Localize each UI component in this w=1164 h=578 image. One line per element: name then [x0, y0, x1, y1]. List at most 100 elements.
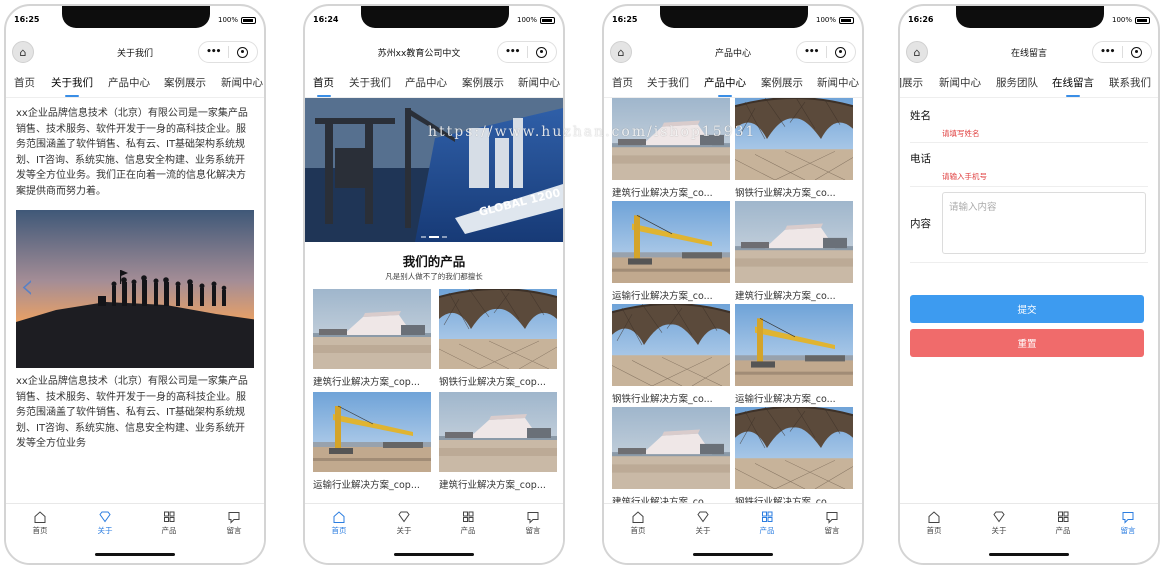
status-time: 16:26: [908, 15, 934, 24]
tab-home[interactable]: 首页: [313, 75, 334, 97]
tab-products[interactable]: 产品中心: [405, 75, 447, 90]
tab-about[interactable]: 关于我们: [51, 75, 93, 97]
home-icon[interactable]: ⌂: [906, 41, 928, 63]
tab-cases[interactable]: 案例展示: [761, 75, 803, 90]
content-textarea[interactable]: 请输入内容: [942, 192, 1146, 254]
bottom-tab-products[interactable]: 产品: [448, 510, 488, 536]
tab-about[interactable]: 关于我们: [647, 75, 689, 90]
product-image: [735, 407, 853, 489]
product-caption: 钢铁行业解决方案_co...: [612, 394, 713, 405]
about-text-bottom: xx企业品牌信息技术（北京）有限公司是一家集产品销售、技术服务、软件开发于一身的…: [16, 376, 248, 449]
tab-cases[interactable]: ]展示: [900, 75, 923, 90]
product-card[interactable]: 建筑行业解决方案_co...: [735, 201, 853, 302]
bottom-tab-home[interactable]: 首页: [914, 510, 954, 536]
bottom-tab-home[interactable]: 首页: [319, 510, 359, 536]
tab-about[interactable]: 关于我们: [349, 75, 391, 90]
battery-icon: [540, 16, 555, 24]
grid-icon: [762, 511, 773, 522]
product-card[interactable]: 运输行业解决方案_cop...: [313, 392, 431, 491]
product-caption: 建筑行业解决方案_cop...: [439, 480, 546, 491]
battery-icon: [1135, 16, 1150, 24]
tab-news[interactable]: 新闻中心: [817, 75, 859, 90]
bottom-tab-message[interactable]: 留言: [812, 510, 852, 536]
battery-status: 100%: [1112, 16, 1150, 24]
tab-news[interactable]: 新闻中心: [518, 75, 560, 90]
diamond-icon: [99, 511, 111, 523]
product-caption: 运输行业解决方案_co...: [612, 291, 713, 302]
bottom-tab-home[interactable]: 首页: [20, 510, 60, 536]
reset-button[interactable]: 重置: [910, 329, 1144, 357]
product-card[interactable]: 建筑行业解决方案_cop...: [439, 392, 557, 491]
bottom-tab-about[interactable]: 关于: [979, 510, 1019, 536]
bottom-tabbar: 首页 关于 产品 留言: [305, 503, 563, 563]
bottom-tab-message[interactable]: 留言: [214, 510, 254, 536]
notch: [361, 6, 509, 28]
capsule-menu: •••: [497, 41, 557, 63]
tab-contact[interactable]: 联系我们: [1109, 75, 1151, 90]
product-card[interactable]: 建筑行业解决方案_co...: [612, 407, 730, 508]
home-icon: [34, 511, 46, 523]
product-card[interactable]: 运输行业解决方案_co...: [735, 304, 853, 405]
phone-screen-products: 16:25 100% ⌂ 产品中心 ••• 首页 关于我们 产品中心 案例展示 …: [602, 4, 864, 565]
phone-screen-message: 16:26 100% ⌂ 在线留言 ••• ]展示 新闻中心 服务团队 在线留言…: [898, 4, 1160, 565]
navbar: 苏州xx教育公司中文 •••: [305, 36, 563, 66]
capsule-menu: •••: [796, 41, 856, 63]
battery-text: 100%: [1111, 16, 1132, 24]
bottom-tab-products[interactable]: 产品: [1043, 510, 1083, 536]
battery-status: 100%: [816, 16, 854, 24]
chat-bubble-icon: [228, 512, 240, 524]
navbar: ⌂ 产品中心 •••: [604, 36, 862, 66]
tab-news[interactable]: 新闻中心: [939, 75, 981, 90]
product-card[interactable]: 钢铁行业解决方案_co...: [735, 407, 853, 508]
product-card[interactable]: 建筑行业解决方案_cop...: [313, 289, 431, 388]
close-miniprogram-icon[interactable]: [1123, 46, 1152, 58]
tab-message[interactable]: 在线留言: [1052, 75, 1094, 97]
content-label: 内容: [910, 218, 931, 230]
tab-home[interactable]: 首页: [14, 75, 35, 90]
close-miniprogram-icon[interactable]: [827, 46, 856, 58]
watermark-text: https://www.huzhan.com/ishop15931: [428, 124, 757, 140]
bottom-tab-message[interactable]: 留言: [1108, 510, 1148, 536]
tab-products[interactable]: 产品中心: [108, 75, 150, 90]
name-input[interactable]: 请填写姓名: [942, 128, 980, 139]
product-card[interactable]: 钢铁行业解决方案_co...: [735, 98, 853, 199]
product-card[interactable]: 建筑行业解决方案_co...: [612, 98, 730, 199]
tab-news[interactable]: 新闻中心: [221, 75, 263, 90]
tab-home[interactable]: 首页: [612, 75, 633, 90]
more-icon[interactable]: •••: [1093, 47, 1122, 57]
more-icon[interactable]: •••: [498, 47, 527, 57]
battery-text: 100%: [815, 16, 836, 24]
tab-team[interactable]: 服务团队: [996, 75, 1038, 90]
bottom-tab-message[interactable]: 留言: [513, 510, 553, 536]
product-image: [313, 392, 431, 472]
submit-button[interactable]: 提交: [910, 295, 1144, 323]
bottom-tab-about[interactable]: 关于: [683, 510, 723, 536]
bottom-tab-home[interactable]: 首页: [618, 510, 658, 536]
page-title: 在线留言: [1010, 49, 1047, 59]
close-miniprogram-icon[interactable]: [528, 46, 557, 58]
phone-input[interactable]: 请输入手机号: [942, 171, 987, 182]
product-card[interactable]: 运输行业解决方案_co...: [612, 201, 730, 302]
more-icon[interactable]: •••: [797, 47, 826, 57]
tab-cases[interactable]: 案例展示: [164, 75, 206, 90]
bottom-tab-products[interactable]: 产品: [747, 510, 787, 536]
chat-bubble-icon: [826, 512, 838, 524]
tab-products[interactable]: 产品中心: [704, 75, 746, 97]
section-subtitle: 凡是别人做不了的我们都擅长: [385, 272, 483, 281]
product-caption: 建筑行业解决方案_co...: [735, 291, 836, 302]
chat-bubble-icon: [527, 512, 539, 524]
home-icon[interactable]: ⌂: [610, 41, 632, 63]
carousel-prev-arrow-icon[interactable]: ‹: [20, 266, 34, 307]
product-card[interactable]: 钢铁行业解决方案_cop...: [439, 289, 557, 388]
status-time: 16:25: [612, 15, 638, 24]
bottom-tab-products[interactable]: 产品: [149, 510, 189, 536]
home-banner-carousel[interactable]: GLOBAL 1200: [305, 98, 563, 242]
bottom-tab-about[interactable]: 关于: [384, 510, 424, 536]
more-icon[interactable]: •••: [199, 47, 228, 57]
bottom-tab-about[interactable]: 关于: [85, 510, 125, 536]
product-card[interactable]: 钢铁行业解决方案_co...: [612, 304, 730, 405]
capsule-menu: •••: [198, 41, 258, 63]
home-icon[interactable]: ⌂: [12, 41, 34, 63]
close-miniprogram-icon[interactable]: [229, 46, 258, 58]
tab-cases[interactable]: 案例展示: [462, 75, 504, 90]
